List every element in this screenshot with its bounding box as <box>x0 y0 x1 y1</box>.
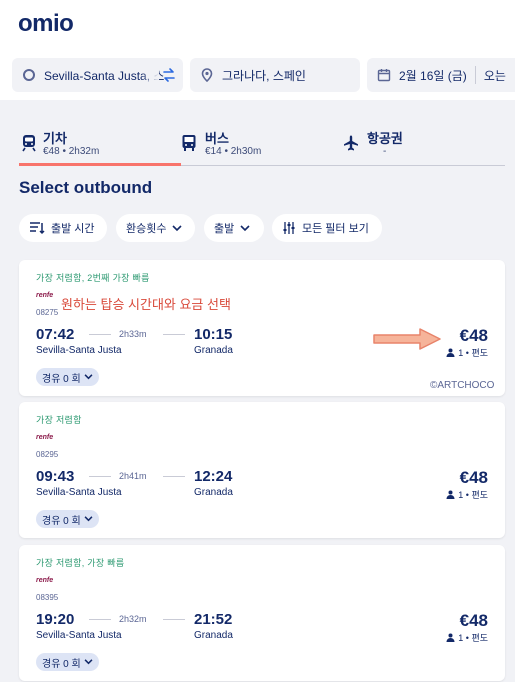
departure-station: Sevilla-Santa Justa <box>36 630 122 641</box>
renfe-logo: renfe <box>36 577 54 584</box>
chevron-down-icon <box>172 224 183 231</box>
all-filters-button[interactable]: 모든 필터 보기 <box>272 214 382 242</box>
transport-tabs: 기차 €48 • 2h32m 버스 €14 • 2h30m 항공권 - <box>19 118 505 166</box>
passenger-info: 1 • 편도 <box>446 488 488 501</box>
tab-flights[interactable]: 항공권 - <box>339 118 505 166</box>
airplane-icon <box>344 135 358 151</box>
departure-time: 07:42 <box>36 326 75 343</box>
journey-tag: 가장 저렴함 <box>36 415 82 425</box>
journey-duration: 2h41m <box>119 471 147 481</box>
arrival-station: Granada <box>194 345 233 356</box>
person-icon <box>446 348 455 357</box>
tab-train-summary: €48 • 2h32m <box>43 146 100 157</box>
annotation-arrow-icon <box>373 328 441 350</box>
date-divider <box>474 66 476 84</box>
journey-tag: 가장 저렴함, 2번째 가장 빠름 <box>36 273 150 283</box>
transfers-filter[interactable]: 환승횟수 <box>116 214 195 242</box>
departure-filter[interactable]: 출발 <box>204 214 264 242</box>
stops-label: 경유 0 회 <box>42 515 81 527</box>
tab-flights-summary: - <box>383 146 387 157</box>
stops-toggle[interactable]: 경유 0 회 <box>36 510 99 528</box>
destination-field[interactable]: 그라나다, 스페인 <box>190 58 360 92</box>
duration-line-right <box>163 619 185 620</box>
train-number: 08395 <box>36 593 59 602</box>
return-date[interactable]: 오는 <box>484 67 506 84</box>
stops-toggle[interactable]: 경유 0 회 <box>36 368 99 386</box>
location-pin-icon <box>201 68 213 82</box>
origin-field[interactable]: Sevilla-Santa Justa, 스 <box>12 58 183 92</box>
arrival-station: Granada <box>194 487 233 498</box>
sort-icon <box>30 222 45 235</box>
destination-value: 그라나다, 스페인 <box>222 68 306 83</box>
tab-flights-label: 항공권 <box>367 131 403 146</box>
stops-toggle[interactable]: 경유 0 회 <box>36 653 99 671</box>
tab-train-label: 기차 <box>43 131 67 146</box>
annotation-text: 원하는 탑승 시간대와 요금 선택 <box>61 297 231 312</box>
passenger-info: 1 • 편도 <box>446 346 488 359</box>
departure-time-filter[interactable]: 출발 시간 <box>19 214 107 242</box>
journey-duration: 2h33m <box>119 329 147 339</box>
departure-station: Sevilla-Santa Justa <box>36 487 122 498</box>
departure-time: 19:20 <box>36 611 75 628</box>
tab-train[interactable]: 기차 €48 • 2h32m <box>19 118 181 166</box>
origin-circle-icon <box>23 69 35 81</box>
watermark: ©ARTCHOCO <box>430 380 495 391</box>
duration-line-left <box>89 476 111 477</box>
arrival-time: 10:15 <box>194 326 233 343</box>
chevron-down-icon <box>84 374 93 380</box>
departure-filter-label: 출발 <box>214 223 235 235</box>
stops-label: 경유 0 회 <box>42 658 81 670</box>
all-filters-label: 모든 필터 보기 <box>302 223 369 235</box>
departure-time: 09:43 <box>36 468 75 485</box>
arrival-station: Granada <box>194 630 233 641</box>
duration-line-right <box>163 476 185 477</box>
journey-card[interactable]: 가장 저렴함, 가장 빠름 renfe 08395 19:20 Sevilla-… <box>19 545 505 681</box>
passenger-trip-type: 1 • 편도 <box>458 348 488 358</box>
date-field[interactable]: 2월 16일 (금) 오는 <box>367 58 515 92</box>
train-number: 08275 <box>36 308 59 317</box>
search-bar: Sevilla-Santa Justa, 스 그라나다, 스페인 2월 16일 … <box>0 48 515 100</box>
person-icon <box>446 490 455 499</box>
omio-logo[interactable]: omio <box>18 10 74 38</box>
swap-icon[interactable] <box>161 67 177 83</box>
departure-date: 2월 16일 (금) <box>399 68 467 83</box>
chevron-down-icon <box>84 516 93 522</box>
page-title: Select outbound <box>19 178 153 197</box>
chevron-down-icon <box>240 224 250 231</box>
renfe-logo: renfe <box>36 434 54 441</box>
journey-duration: 2h32m <box>119 614 147 624</box>
stops-label: 경유 0 회 <box>42 373 81 385</box>
bus-icon <box>182 135 196 151</box>
journey-card[interactable]: 가장 저렴함 renfe 08295 09:43 Sevilla-Santa J… <box>19 402 505 538</box>
person-icon <box>446 633 455 642</box>
price: €48 <box>459 326 488 345</box>
tab-bus-summary: €14 • 2h30m <box>205 146 262 157</box>
departure-time-filter-label: 출발 시간 <box>51 223 95 235</box>
renfe-logo: renfe <box>36 292 54 299</box>
duration-line-left <box>89 619 111 620</box>
price: €48 <box>459 611 488 630</box>
tab-bus[interactable]: 버스 €14 • 2h30m <box>181 118 339 166</box>
train-number: 08295 <box>36 450 59 459</box>
tab-bus-label: 버스 <box>205 131 229 146</box>
duration-line-right <box>163 334 185 335</box>
duration-line-left <box>89 334 111 335</box>
calendar-icon <box>377 69 391 82</box>
train-icon <box>22 135 36 152</box>
filter-sliders-icon <box>283 222 295 234</box>
journey-tag: 가장 저렴함, 가장 빠름 <box>36 558 125 568</box>
passenger-info: 1 • 편도 <box>446 631 488 644</box>
arrival-time: 21:52 <box>194 611 233 628</box>
passenger-trip-type: 1 • 편도 <box>458 633 488 643</box>
arrival-time: 12:24 <box>194 468 233 485</box>
passenger-trip-type: 1 • 편도 <box>458 490 488 500</box>
transfers-filter-label: 환승횟수 <box>126 223 167 235</box>
chevron-down-icon <box>84 659 93 665</box>
top-header: omio <box>0 0 515 48</box>
origin-fade <box>141 58 159 92</box>
price: €48 <box>459 468 488 487</box>
departure-station: Sevilla-Santa Justa <box>36 345 122 356</box>
